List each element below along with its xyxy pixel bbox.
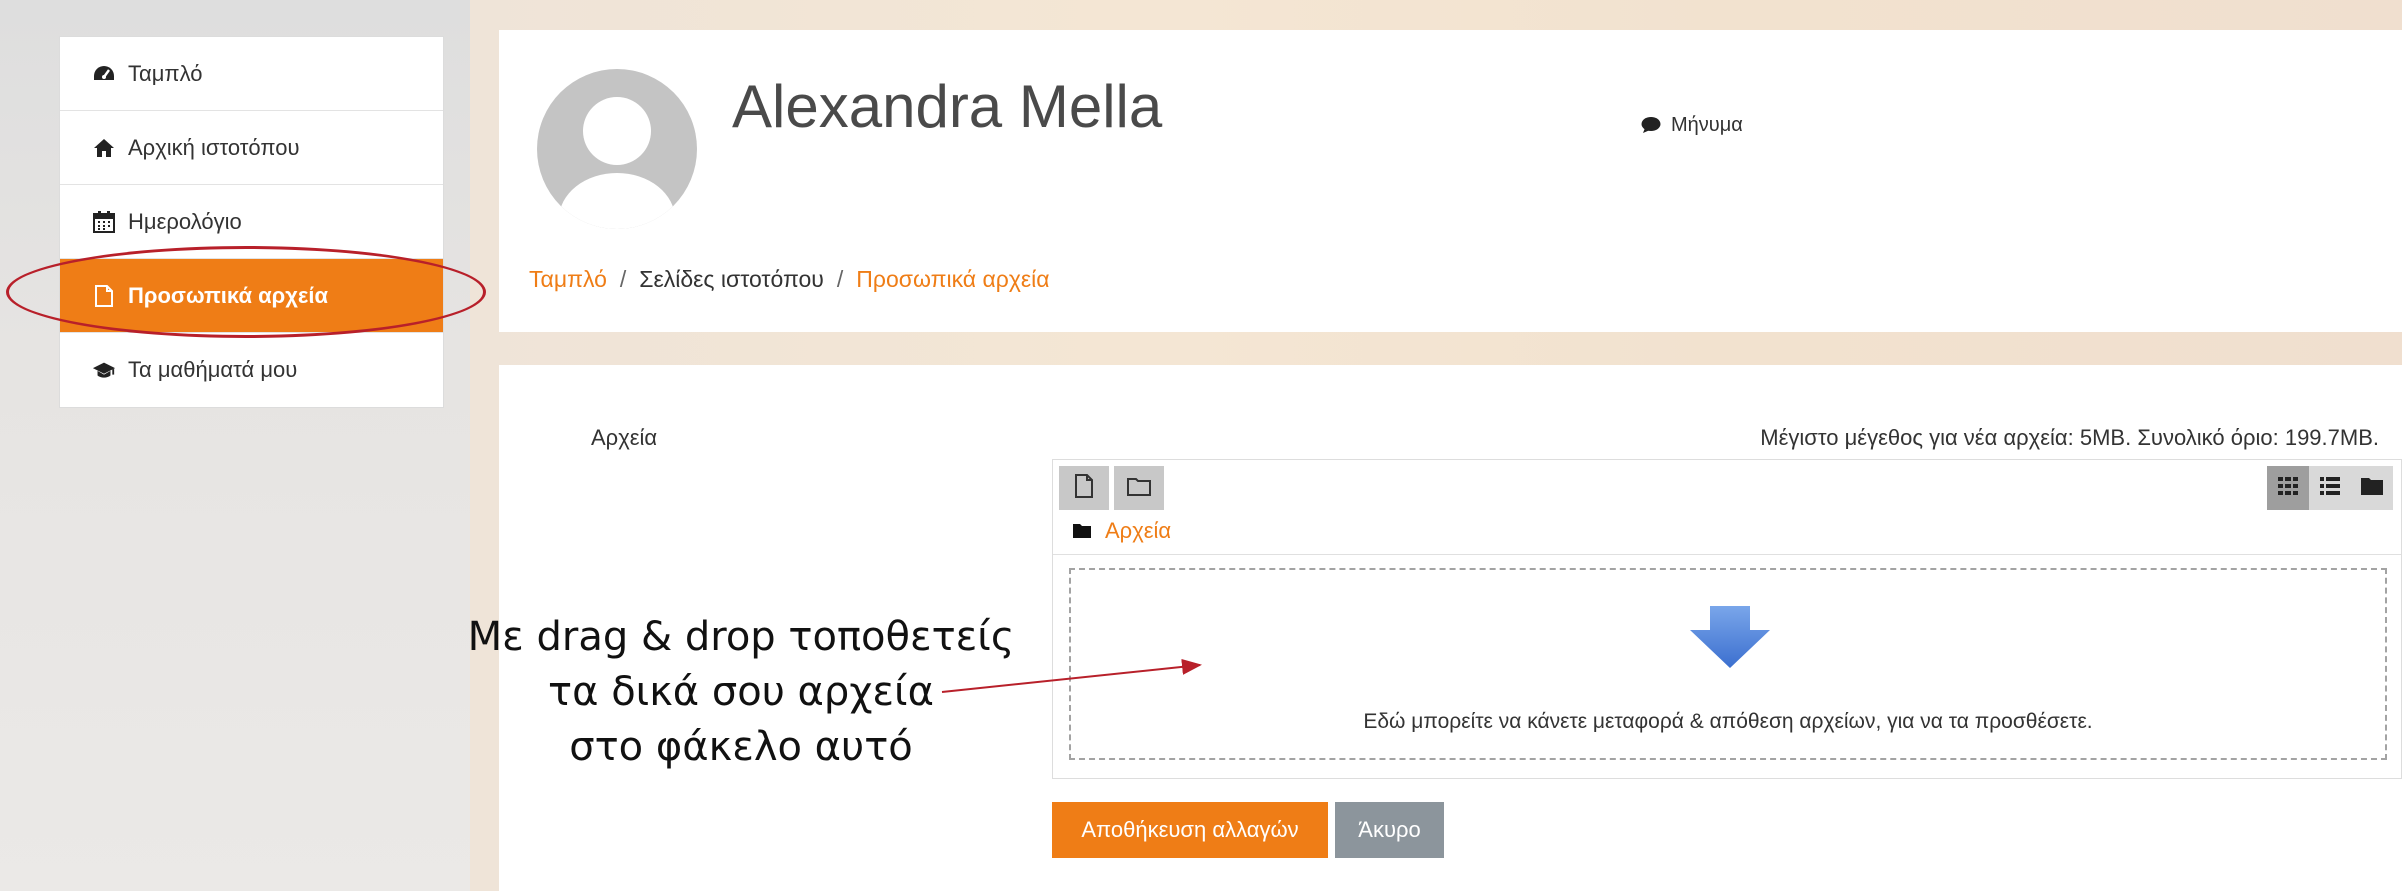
sidebar-item-home[interactable]: Αρχική ιστοτόπου [60,111,443,185]
avatar[interactable] [537,69,697,229]
user-name: Alexandra Mella [732,73,1163,140]
breadcrumb-site-pages: Σελίδες ιστοτόπου [639,266,824,292]
add-file-icon [1074,473,1094,503]
breadcrumb-private-files[interactable]: Προσωπικά αρχεία [856,266,1049,293]
sidebar-item-label: Ταμπλό [128,60,203,86]
sidebar-item-my-courses[interactable]: Τα μαθήματά μου [60,333,443,407]
files-label: Αρχεία [591,425,658,450]
cancel-button[interactable]: Άκυρο [1335,802,1444,858]
sidebar-item-label: Τα μαθήματά μου [128,357,298,382]
breadcrumb: Ταμπλό / Σελίδες ιστοτόπου / Προσωπικά α… [529,266,1050,293]
calendar-icon [92,210,116,234]
tree-view-button[interactable] [2351,466,2393,510]
download-arrow-icon [1690,606,1770,668]
grid-view-icon [2278,476,2298,500]
drop-zone[interactable]: Εδώ μπορείτε να κάνετε μεταφορά & απόθεσ… [1069,568,2387,760]
sidebar-item-label: Αρχική ιστοτόπου [128,134,300,160]
breadcrumb-dashboard[interactable]: Ταμπλό [529,266,607,293]
speech-bubble-icon [1641,116,1663,136]
folder-icon [1073,518,1091,544]
annotation-line: στο φάκελο αυτό [569,724,913,770]
list-view-icon [2320,476,2340,500]
breadcrumb-separator: / [619,266,627,292]
file-manager: Αρχεία Εδώ μπορείτε να κάνετε μεταφορά &… [1052,459,2402,779]
message-link[interactable]: Μήνυμα [1641,114,1743,137]
create-folder-button[interactable] [1114,466,1164,510]
create-folder-icon [1127,476,1151,501]
path-link-files[interactable]: Αρχεία [1105,518,1171,544]
grid-view-button[interactable] [2267,466,2309,510]
drop-zone-text: Εδώ μπορείτε να κάνετε μεταφορά & απόθεσ… [1363,710,2093,733]
profile-header: Alexandra Mella Μήνυμα Ταμπλό / Σελίδες … [499,30,2402,332]
graduation-cap-icon [92,358,116,382]
home-icon [92,136,116,160]
file-manager-path: Αρχεία [1073,518,1171,544]
dashboard-icon [92,62,116,86]
file-manager-divider [1053,554,2401,555]
sidebar-item-label: Ημερολόγιο [128,208,242,234]
message-label: Μήνυμα [1671,114,1743,136]
view-switcher [2267,466,2393,510]
sidebar-nav: Ταμπλό Αρχική ιστοτόπου Ημερολόγιο Προσω… [59,36,444,408]
file-manager-toolbar [1059,466,1164,510]
add-file-button[interactable] [1059,466,1109,510]
size-limits-text: Μέγιστο μέγεθος για νέα αρχεία: 5MB. Συν… [1760,425,2379,450]
list-view-button[interactable] [2309,466,2351,510]
highlight-ellipse [6,246,486,338]
breadcrumb-separator: / [836,266,844,292]
save-changes-button[interactable]: Αποθήκευση αλλαγών [1052,802,1328,858]
annotation-arrow [941,658,1202,693]
sidebar-item-dashboard[interactable]: Ταμπλό [60,37,443,111]
tree-view-icon [2361,477,2383,500]
